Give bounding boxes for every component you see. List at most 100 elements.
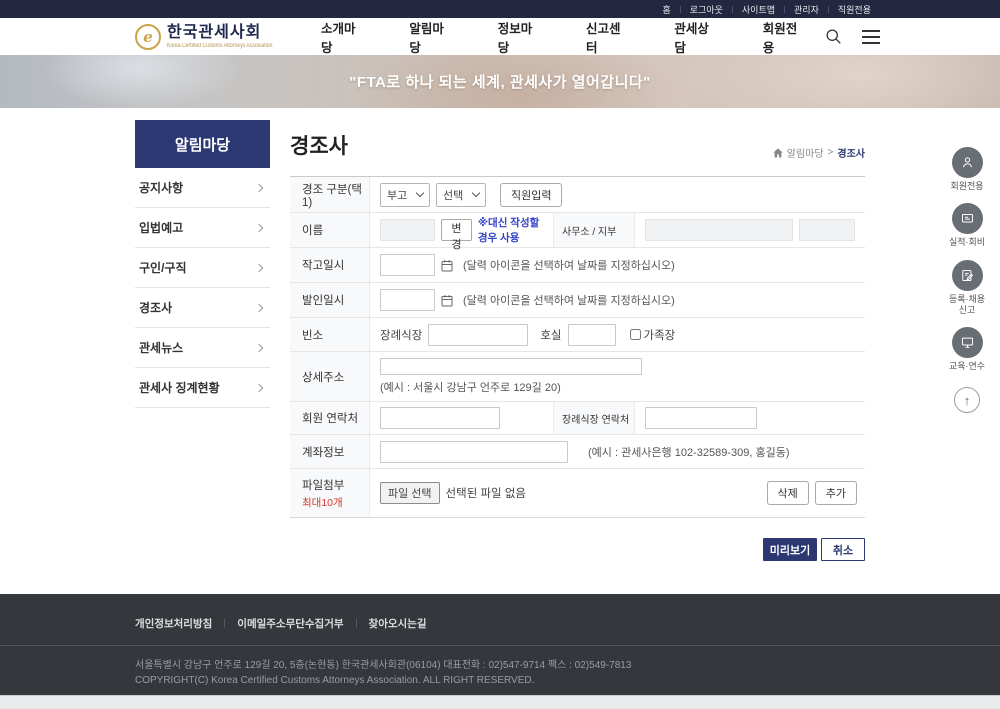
breadcrumb-current: 경조사 xyxy=(837,145,865,160)
family-funeral-checkbox[interactable] xyxy=(630,329,641,340)
preview-button[interactable]: 미리보기 xyxy=(763,538,817,561)
sidebar-item-jobs[interactable]: 구인/구직 xyxy=(135,248,270,288)
page-title: 경조사 xyxy=(290,130,348,160)
sidebar-item-customs-news[interactable]: 관세뉴스 xyxy=(135,328,270,368)
event-form: 경조 구분(택1) 부고 선택 직원입력 이름 변경 ※대신 작성할 경우 사용… xyxy=(290,176,865,518)
topbar-link-staff[interactable]: 직원전용 xyxy=(829,3,880,16)
member-contact-input[interactable] xyxy=(380,407,500,429)
divider xyxy=(356,619,357,628)
footer: 개인정보처리방침 이메일주소무단수집거부 찾아오시는길 서울특별시 강남구 언주… xyxy=(0,594,1000,695)
name-note: ※대신 작성할 경우 사용 xyxy=(478,215,545,245)
delete-file-button[interactable]: 삭제 xyxy=(767,481,809,505)
branch-input[interactable] xyxy=(799,219,855,241)
topbar-link-sitemap[interactable]: 사이트맵 xyxy=(733,3,784,16)
chevron-right-icon xyxy=(255,383,263,391)
hero-banner: "FTA로 하나 되는 세계, 관세사가 열어갑니다" xyxy=(0,55,1000,108)
cancel-button[interactable]: 취소 xyxy=(821,538,865,561)
field-label-office: 사무소 / 지부 xyxy=(553,213,635,247)
field-label-category: 경조 구분(택1) xyxy=(290,177,370,212)
calendar-icon[interactable] xyxy=(441,259,453,272)
chevron-right-icon xyxy=(255,223,263,231)
funeral-date-hint: (달력 아이콘을 선택하여 날짜를 지정하십시오) xyxy=(463,292,675,308)
account-input[interactable] xyxy=(380,441,568,463)
quickmenu-dues[interactable]: 실적·회비 xyxy=(949,203,985,248)
room-input[interactable] xyxy=(568,324,616,346)
menu-icon[interactable] xyxy=(862,30,880,44)
death-date-input[interactable] xyxy=(380,254,435,276)
file-select-button[interactable]: 파일 선택 xyxy=(380,482,440,504)
monitor-icon xyxy=(952,327,983,358)
chevron-right-icon xyxy=(255,263,263,271)
topbar-link-home[interactable]: 홈 xyxy=(654,3,680,16)
quickmenu-label: 실적·회비 xyxy=(949,237,985,248)
nav-info[interactable]: 정보마당 xyxy=(498,18,534,56)
field-label-hall-contact: 장례식장 연락처 xyxy=(553,402,635,434)
sidebar-item-legislation[interactable]: 입법예고 xyxy=(135,208,270,248)
room-label: 호실 xyxy=(540,327,561,343)
sidebar-item-label: 구인/구직 xyxy=(139,259,187,276)
sidebar-item-notice[interactable]: 공지사항 xyxy=(135,168,270,208)
quickmenu-registration[interactable]: 등록·채용신고 xyxy=(949,260,985,317)
chevron-right-icon xyxy=(255,343,263,351)
funeral-hall-input[interactable] xyxy=(428,324,528,346)
sidebar-item-family-events[interactable]: 경조사 xyxy=(135,288,270,328)
site-header: e 한국관세사회 Korea Certified Customs Attorne… xyxy=(0,18,1000,55)
main-content: 경조사 알림마당 > 경조사 경조 구분(택1) 부고 선택 직원입력 이름 xyxy=(290,120,865,594)
sidebar-item-label: 경조사 xyxy=(139,299,172,316)
field-label-account: 계좌정보 xyxy=(290,435,370,468)
topbar-link-admin[interactable]: 관리자 xyxy=(785,3,828,16)
file-empty-text: 선택된 파일 없음 xyxy=(446,485,526,501)
breadcrumb-section[interactable]: 알림마당 xyxy=(787,145,824,160)
quickmenu-members[interactable]: 회원전용 xyxy=(950,147,983,192)
field-label-death-date: 작고일시 xyxy=(290,248,370,282)
logo[interactable]: e 한국관세사회 Korea Certified Customs Attorne… xyxy=(135,24,291,50)
board-icon xyxy=(952,203,983,234)
sidebar-item-discipline[interactable]: 관세사 징계현황 xyxy=(135,368,270,408)
address-hint: (예시 : 서울시 강남구 언주로 129길 20) xyxy=(380,379,561,395)
footer-link-email-refusal[interactable]: 이메일주소무단수집거부 xyxy=(237,616,343,631)
category-sub-select[interactable]: 선택 xyxy=(436,183,486,207)
field-label-mortuary: 빈소 xyxy=(290,318,370,351)
person-icon xyxy=(952,147,983,178)
footer-link-directions[interactable]: 찾아오시는길 xyxy=(369,616,427,631)
funeral-date-input[interactable] xyxy=(380,289,435,311)
name-input[interactable] xyxy=(380,219,435,241)
chevron-right-icon xyxy=(255,303,263,311)
staff-input-button[interactable]: 직원입력 xyxy=(500,183,562,207)
nav-members[interactable]: 회원전용 xyxy=(763,18,799,56)
hall-contact-input[interactable] xyxy=(645,407,757,429)
quickmenu-label: 회원전용 xyxy=(950,181,983,192)
quickmenu-education[interactable]: 교육·연수 xyxy=(949,327,985,372)
sidebar-item-label: 관세뉴스 xyxy=(139,339,183,356)
office-input[interactable] xyxy=(645,219,793,241)
hero-slogan: "FTA로 하나 되는 세계, 관세사가 열어갑니다" xyxy=(349,71,651,92)
family-funeral-label: 가족장 xyxy=(644,327,676,343)
calendar-icon[interactable] xyxy=(441,294,453,307)
chevron-down-icon xyxy=(416,189,424,197)
logo-title: 한국관세사회 xyxy=(167,25,291,41)
nav-notice[interactable]: 알림마당 xyxy=(409,18,445,56)
nav-consult[interactable]: 관세상담 xyxy=(674,18,710,56)
main-nav: 소개마당 알림마당 정보마당 신고센터 관세상담 회원전용 xyxy=(321,18,799,56)
field-label-address: 상세주소 xyxy=(290,352,370,401)
footer-link-privacy[interactable]: 개인정보처리방침 xyxy=(135,616,212,631)
search-icon[interactable] xyxy=(825,28,842,45)
home-icon xyxy=(773,148,783,158)
bottom-strip xyxy=(0,695,1000,709)
breadcrumb-separator: > xyxy=(828,147,834,158)
nav-report[interactable]: 신고센터 xyxy=(586,18,622,56)
divider xyxy=(224,619,225,628)
quickmenu-label: 등록·채용신고 xyxy=(949,294,985,317)
funeral-hall-label: 장례식장 xyxy=(380,327,422,343)
logo-subtitle: Korea Certified Customs Attorneys Associ… xyxy=(167,43,272,49)
category-type-select[interactable]: 부고 xyxy=(380,183,430,207)
scroll-to-top-button[interactable]: ↑ xyxy=(954,387,980,413)
add-file-button[interactable]: 추가 xyxy=(815,481,857,505)
change-name-button[interactable]: 변경 xyxy=(441,219,472,241)
account-hint: (예시 : 관세사은행 102-32589-309, 홍길동) xyxy=(588,444,789,460)
sidebar-item-label: 공지사항 xyxy=(139,179,183,196)
field-label-funeral-date: 발인일시 xyxy=(290,283,370,317)
topbar-link-logout[interactable]: 로그아웃 xyxy=(681,3,732,16)
nav-intro[interactable]: 소개마당 xyxy=(321,18,357,56)
address-input[interactable] xyxy=(380,358,642,375)
